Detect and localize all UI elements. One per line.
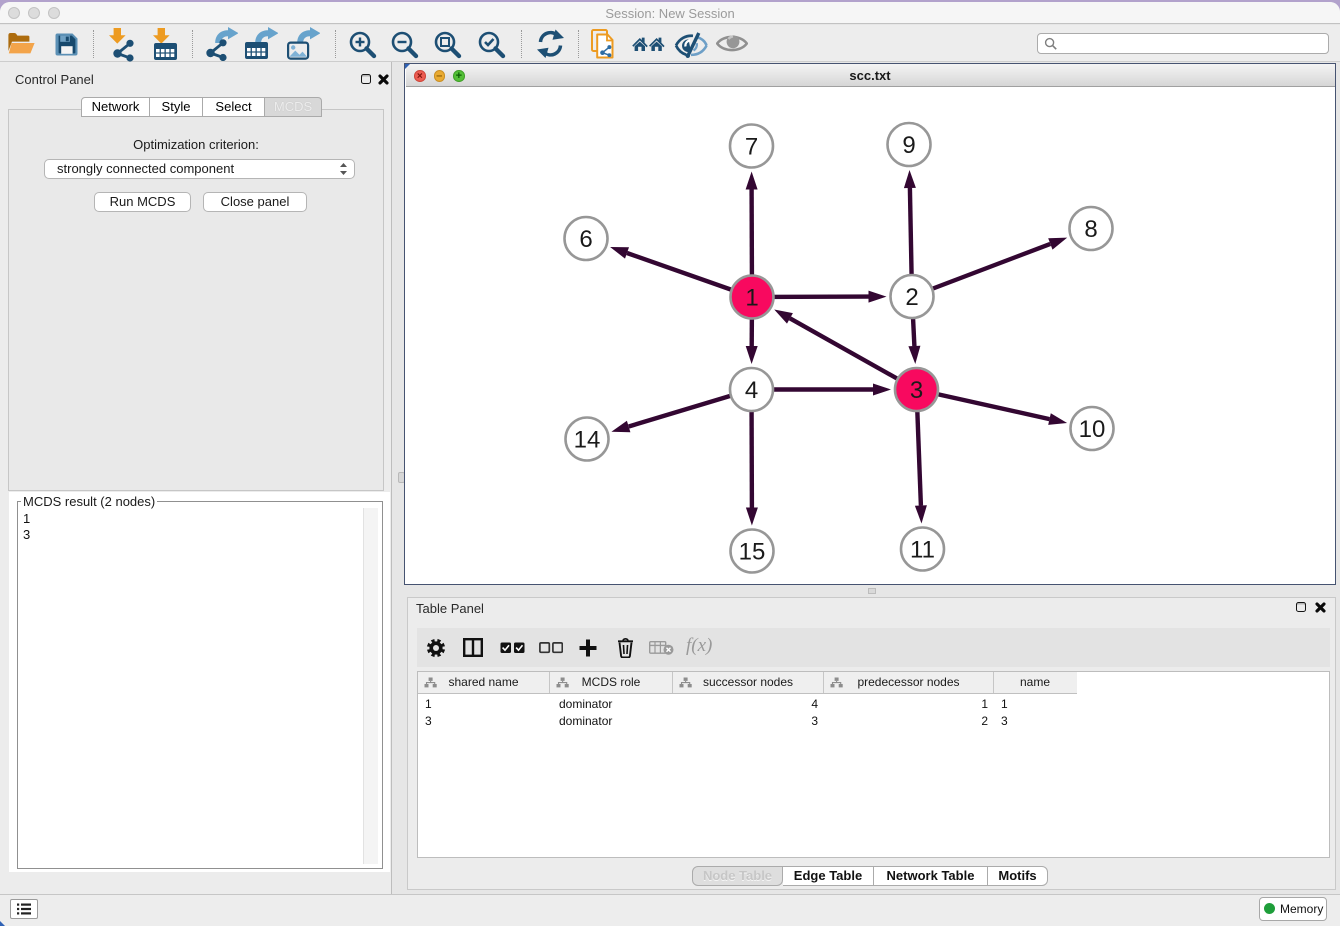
- svg-text:10: 10: [1078, 416, 1105, 443]
- svg-text:11: 11: [910, 537, 935, 564]
- svg-text:4: 4: [744, 377, 757, 404]
- svg-text:8: 8: [1084, 216, 1097, 243]
- svg-text:14: 14: [573, 427, 600, 454]
- svg-text:2: 2: [905, 284, 918, 311]
- svg-text:3: 3: [909, 377, 922, 404]
- svg-text:7: 7: [744, 134, 757, 161]
- svg-text:1: 1: [745, 285, 758, 312]
- svg-text:9: 9: [902, 132, 915, 159]
- svg-text:6: 6: [579, 226, 592, 253]
- svg-text:15: 15: [738, 539, 765, 566]
